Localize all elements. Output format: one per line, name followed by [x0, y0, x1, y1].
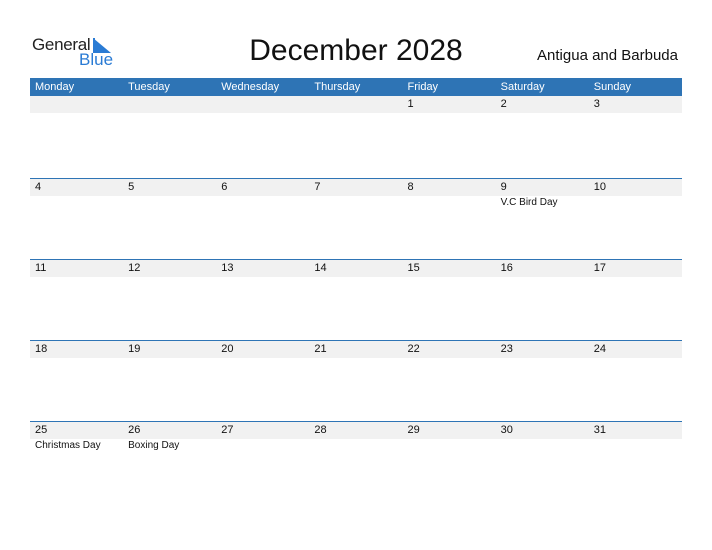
week-row: 1 2 3: [30, 96, 682, 178]
date-strip: 11 12 13 14 15 16 17: [30, 259, 682, 277]
day-number: 2: [500, 98, 507, 110]
day-number: 25: [35, 424, 48, 436]
holiday-label: [403, 439, 496, 453]
weekday-sunday: Sunday: [593, 81, 632, 93]
day-number: 22: [407, 343, 420, 355]
day-number: 17: [593, 262, 606, 274]
weekday-wednesday: Wednesday: [221, 81, 280, 93]
day-number: 6: [221, 181, 228, 193]
day-number: 21: [314, 343, 327, 355]
day-number: 31: [593, 424, 606, 436]
date-strip: 18 19 20 21 22 23 24: [30, 340, 682, 358]
day-number: 13: [221, 262, 234, 274]
day-number: 14: [314, 262, 327, 274]
week-row: 11 12 13 14 15 16 17: [30, 259, 682, 340]
holiday-label: [123, 196, 216, 210]
day-number: 23: [500, 343, 513, 355]
day-number: 16: [500, 262, 513, 274]
date-strip: 25 26 27 28 29 30 31: [30, 421, 682, 439]
day-number: 10: [593, 181, 606, 193]
holiday-label: V.C Bird Day: [500, 197, 558, 208]
day-number: 27: [221, 424, 234, 436]
weekday-tuesday: Tuesday: [128, 81, 170, 93]
holiday-label: [30, 196, 123, 210]
holiday-label: [216, 196, 309, 210]
holiday-label: Christmas Day: [35, 440, 101, 451]
weekday-saturday: Saturday: [500, 81, 545, 93]
holiday-label: [309, 439, 402, 453]
holiday-label: [403, 196, 496, 210]
day-number: 9: [500, 181, 507, 193]
weekday-header: Monday Tuesday Wednesday Thursday Friday…: [30, 78, 682, 96]
week-row: 4 5 6 7 8 9 10 V.C Bird Day: [30, 178, 682, 259]
calendar-grid: Monday Tuesday Wednesday Thursday Friday…: [30, 78, 682, 502]
day-number: 18: [35, 343, 48, 355]
day-number: 4: [35, 181, 42, 193]
day-number: 29: [407, 424, 420, 436]
day-number: [216, 96, 309, 113]
holiday-label: [216, 439, 309, 453]
holiday-label: [589, 196, 682, 210]
holiday-label: [589, 439, 682, 453]
day-number: 26: [128, 424, 141, 436]
day-number: 15: [407, 262, 420, 274]
day-number: [309, 96, 402, 113]
day-number: 7: [314, 181, 321, 193]
day-number: 19: [128, 343, 141, 355]
weekday-friday: Friday: [407, 81, 439, 93]
holiday-label: [496, 439, 589, 453]
day-number: 30: [500, 424, 513, 436]
events-row: V.C Bird Day: [30, 196, 682, 210]
date-strip: 4 5 6 7 8 9 10: [30, 178, 682, 196]
day-number: [30, 96, 123, 113]
day-number: 28: [314, 424, 327, 436]
week-row: 18 19 20 21 22 23 24: [30, 340, 682, 421]
day-number: 3: [593, 98, 600, 110]
day-number: 1: [407, 98, 414, 110]
day-number: 11: [35, 262, 47, 274]
holiday-label: [309, 196, 402, 210]
week-row: 25 26 27 28 29 30 31 Christmas Day Boxing Day: [30, 421, 682, 502]
day-number: [123, 96, 216, 113]
weekday-thursday: Thursday: [314, 81, 361, 93]
day-number: 5: [128, 181, 135, 193]
date-strip: 1 2 3: [30, 96, 682, 113]
weekday-monday: Monday: [35, 81, 75, 93]
day-number: 24: [593, 343, 606, 355]
events-row: Christmas Day Boxing Day: [30, 439, 682, 453]
day-number: 12: [128, 262, 141, 274]
day-number: 20: [221, 343, 234, 355]
day-number: 8: [407, 181, 414, 193]
holiday-label: Boxing Day: [128, 440, 180, 451]
country-label: Antigua and Barbuda: [537, 47, 678, 64]
